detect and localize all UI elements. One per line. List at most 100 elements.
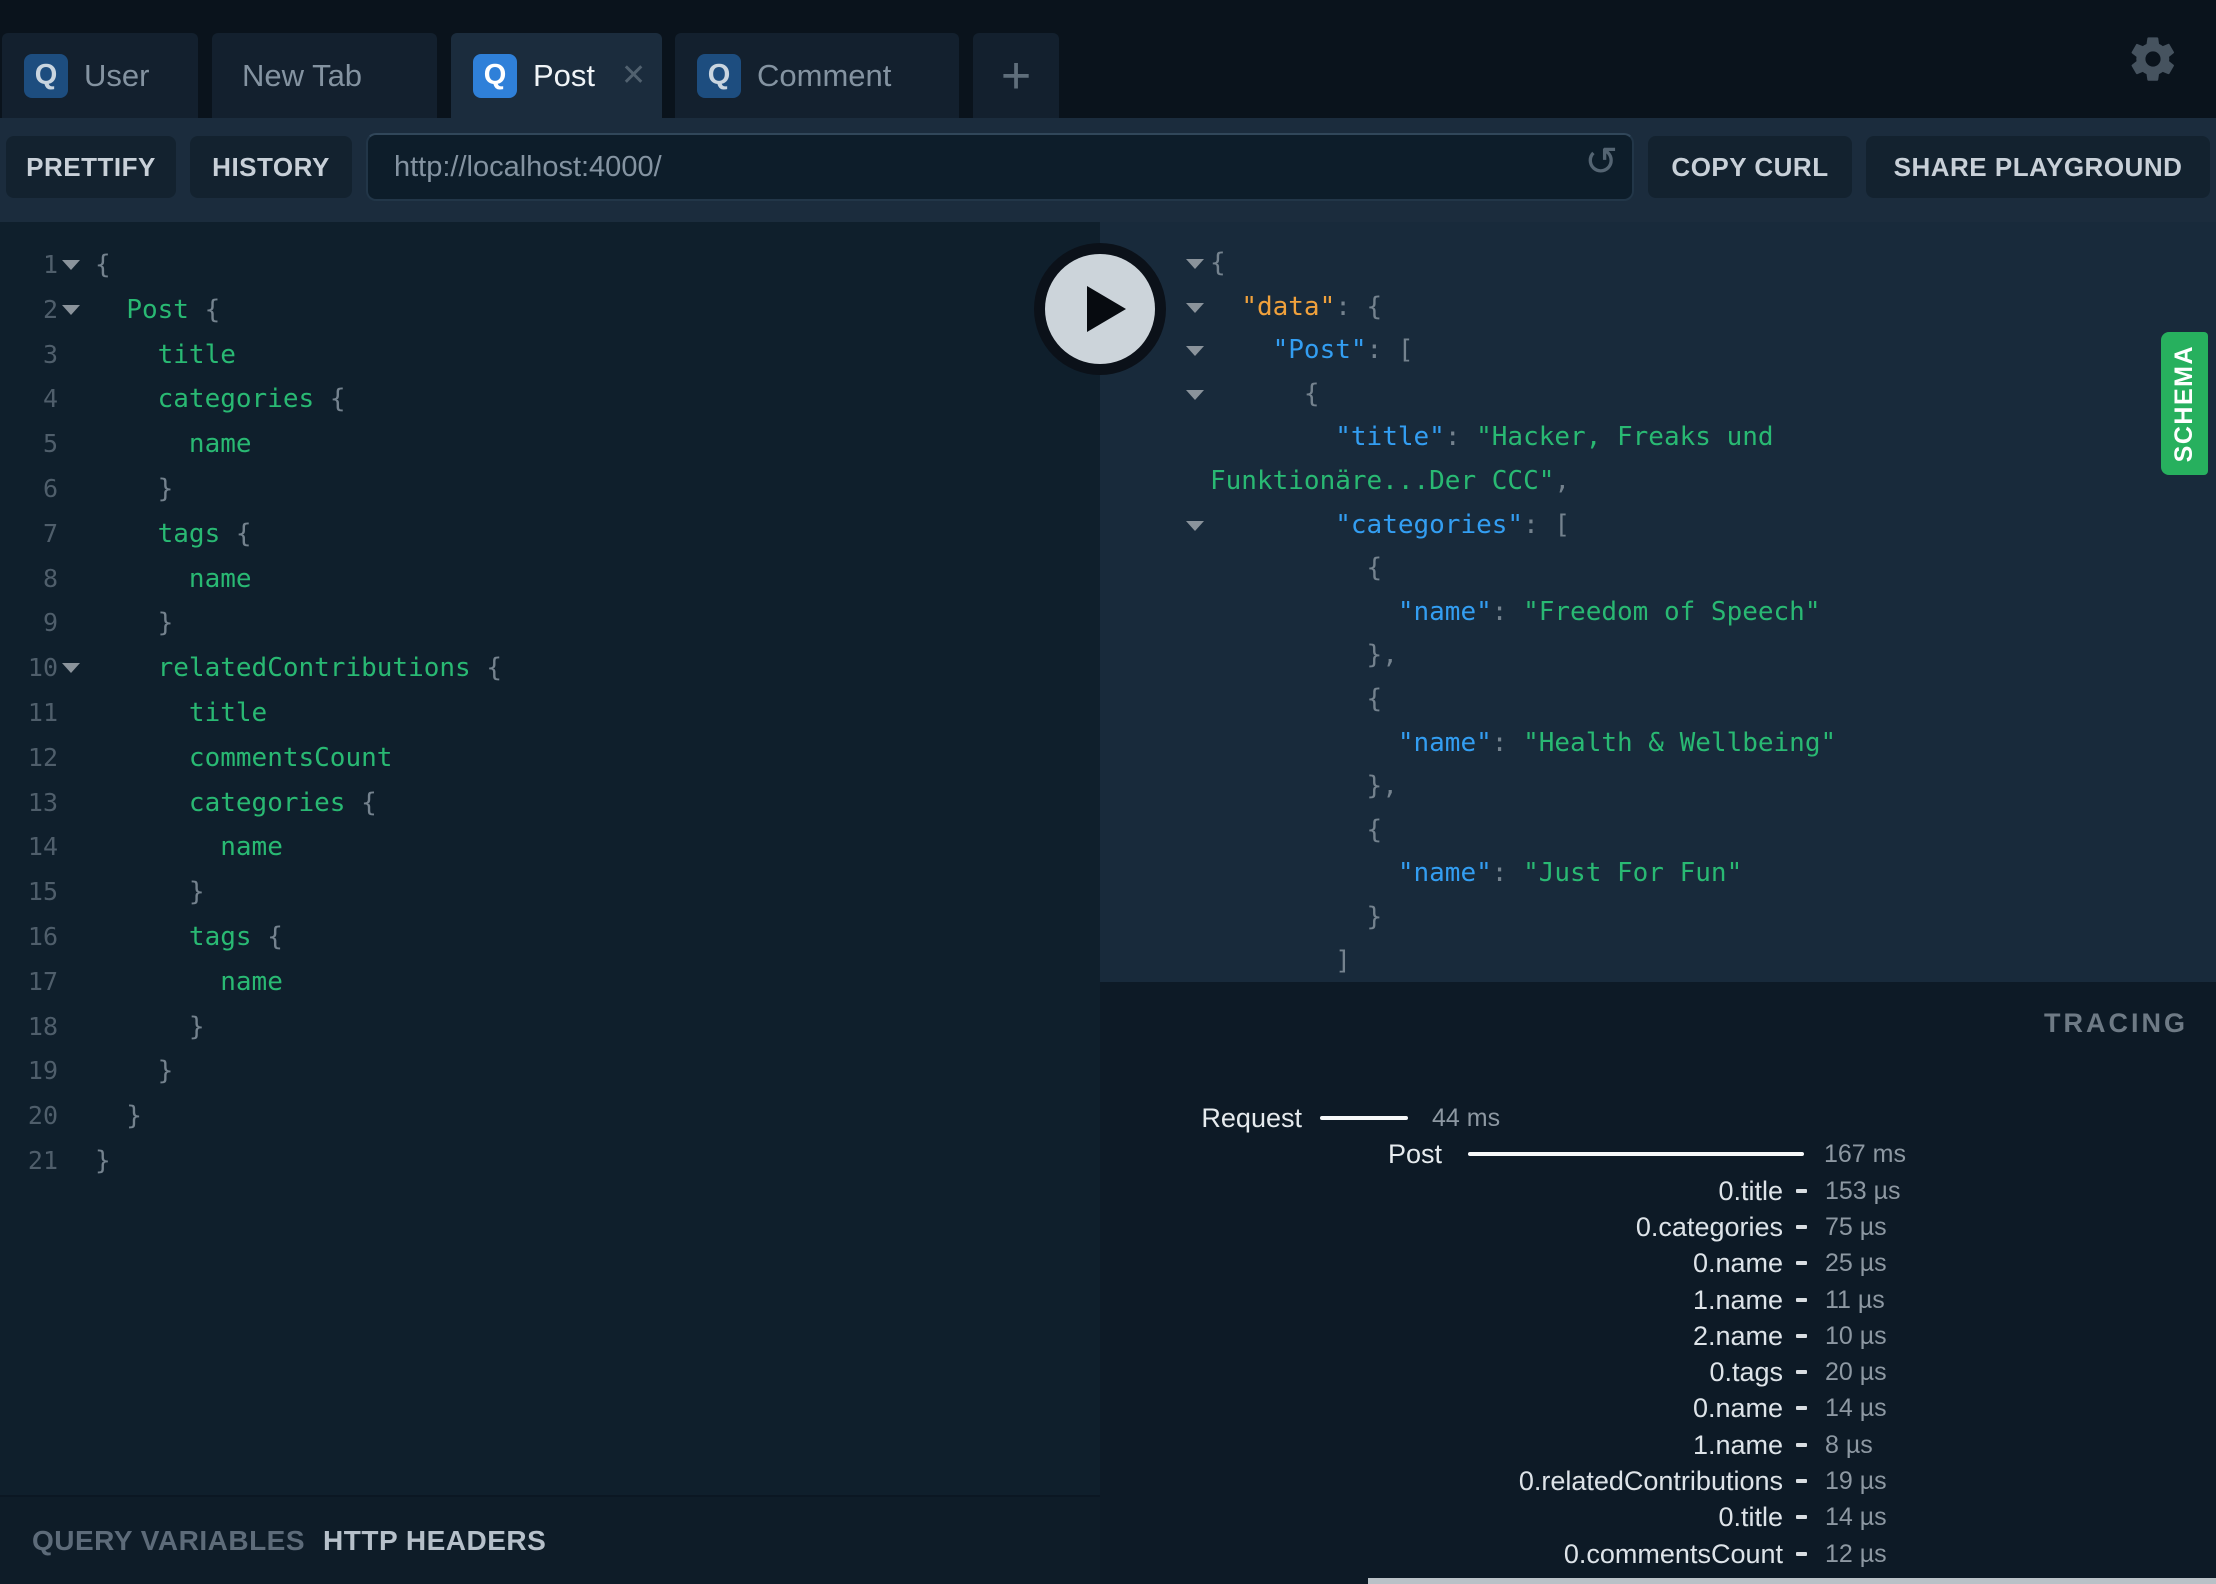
line-number: 7 — [42, 518, 58, 548]
tracing-dash — [1796, 1479, 1807, 1483]
fold-arrow-icon[interactable] — [62, 304, 80, 315]
line-number: 8 — [42, 563, 58, 593]
editor-line[interactable]: 15 } — [0, 870, 1100, 915]
response-line: "data": { — [1100, 286, 2216, 330]
code-text: Post { — [126, 294, 221, 325]
tracing-duration-value: 44 ms — [1432, 1104, 1501, 1132]
tracing-panel: TRACING Request 44 ms Post 167 ms 0.title 153… — [1100, 982, 2216, 1584]
editor-line[interactable]: 3 title — [0, 333, 1100, 378]
response-line: "categories": [ — [1100, 504, 2216, 548]
tab-new-tab[interactable]: New Tab — [212, 33, 437, 118]
copy-curl-button[interactable]: COPY CURL — [1648, 136, 1852, 198]
editor-line[interactable]: 2 Post { — [0, 288, 1100, 333]
tab-label: Comment — [757, 57, 892, 93]
toolbar: PRETTIFY HISTORY ↺ COPY CURL SHARE PLAYG… — [0, 118, 2216, 222]
fold-arrow-icon[interactable] — [1186, 520, 1204, 531]
line-number: 20 — [27, 1101, 58, 1131]
editor-line[interactable]: 21} — [0, 1139, 1100, 1184]
tracing-duration-value: 167 ms — [1824, 1140, 1906, 1169]
tab-user[interactable]: Q User — [2, 33, 198, 118]
execute-query-button[interactable] — [1031, 240, 1169, 378]
tracing-duration-value: 8 µs — [1825, 1430, 1873, 1459]
code-text: }, — [1366, 771, 1398, 802]
code-text: "Post": [ — [1272, 335, 1414, 366]
query-badge-icon: Q — [473, 53, 517, 98]
share-playground-button[interactable]: SHARE PLAYGROUND — [1866, 136, 2210, 198]
tab-comment[interactable]: Q Comment — [675, 33, 959, 118]
tracing-row: 0.title 14 µs — [1100, 1499, 2216, 1535]
tracing-duration-value: 14 µs — [1825, 1503, 1887, 1532]
fold-arrow-icon[interactable] — [62, 663, 80, 674]
editor-line[interactable]: 9 } — [0, 601, 1100, 646]
fold-arrow-icon[interactable] — [1186, 302, 1204, 313]
line-number: 3 — [42, 339, 58, 369]
editor-line[interactable]: 17 name — [0, 960, 1100, 1005]
code-text: "name": "Health & Wellbeing" — [1397, 727, 1837, 758]
tracing-row: 0.name 25 µs — [1100, 1245, 2216, 1281]
editor-line[interactable]: 11 title — [0, 691, 1100, 736]
editor-line[interactable]: 6 } — [0, 467, 1100, 512]
editor-line[interactable]: 14 name — [0, 825, 1100, 870]
line-number: 13 — [27, 787, 58, 817]
editor-line[interactable]: 13 categories { — [0, 781, 1100, 826]
fold-arrow-icon[interactable] — [1186, 389, 1204, 400]
code-text: } — [95, 877, 205, 908]
editor-line[interactable]: 1{ — [0, 243, 1100, 288]
response-line: { — [1100, 678, 2216, 722]
tracing-row: Request 44 ms — [1100, 1100, 2216, 1136]
code-text: { — [1210, 248, 1226, 278]
reload-icon[interactable]: ↺ — [1584, 139, 1618, 185]
response-line: ] — [1100, 940, 2216, 983]
code-text: categories { — [157, 384, 346, 415]
code-text: "title": "Hacker, Freaks und — [1335, 422, 1774, 453]
code-text: title — [157, 339, 236, 370]
tracing-row: 0.relatedContributions 19 µs — [1100, 1463, 2216, 1499]
editor-line[interactable]: 18 } — [0, 1005, 1100, 1050]
response-line: { — [1100, 809, 2216, 853]
tracing-dash — [1796, 1442, 1807, 1447]
line-number: 21 — [27, 1145, 58, 1175]
line-number: 18 — [27, 1011, 58, 1041]
tracing-dash — [1796, 1261, 1807, 1266]
history-button[interactable]: HISTORY — [190, 136, 352, 198]
tab-post[interactable]: Q Post ✕ — [451, 33, 662, 118]
close-tab-icon[interactable]: ✕ — [621, 58, 646, 93]
tracing-duration-value: 153 µs — [1825, 1176, 1901, 1205]
tracing-dash — [1796, 1370, 1807, 1375]
endpoint-input[interactable] — [366, 133, 1634, 201]
tracing-duration-value: 20 µs — [1825, 1358, 1887, 1387]
tracing-duration-bar — [1320, 1116, 1408, 1120]
editor-line[interactable]: 8 name — [0, 557, 1100, 602]
horizontal-scrollbar[interactable] — [1368, 1578, 2216, 1584]
editor-line[interactable]: 19 } — [0, 1049, 1100, 1094]
http-headers-toggle[interactable]: HTTP HEADERS — [323, 1525, 546, 1557]
editor-line[interactable]: 20 } — [0, 1094, 1100, 1139]
tracing-dash — [1796, 1406, 1807, 1411]
editor-line[interactable]: 10 relatedContributions { — [0, 646, 1100, 691]
schema-side-tab[interactable]: SCHEMA — [2161, 332, 2208, 475]
tracing-field-label: 1.name — [1692, 1284, 1783, 1315]
editor-line[interactable]: 4 categories { — [0, 377, 1100, 422]
tracing-duration-value: 11 µs — [1825, 1285, 1885, 1314]
tracing-row: 0.tags 20 µs — [1100, 1354, 2216, 1390]
editor-line[interactable]: 7 tags { — [0, 512, 1100, 557]
query-editor[interactable]: 1{2 Post {3 title 4 categories {5 name 6 }… — [0, 222, 1100, 1495]
add-tab-button[interactable]: + — [973, 33, 1059, 118]
code-text: } — [95, 1145, 111, 1176]
settings-gear-icon[interactable] — [2127, 33, 2179, 85]
fold-arrow-icon[interactable] — [1186, 346, 1204, 357]
editor-line[interactable]: 16 tags { — [0, 915, 1100, 960]
query-variables-toggle[interactable]: QUERY VARIABLES — [32, 1525, 305, 1557]
editor-line[interactable]: 12 commentsCount — [0, 736, 1100, 781]
fold-arrow-icon[interactable] — [1186, 259, 1204, 269]
tracing-dash — [1796, 1188, 1807, 1193]
editor-line[interactable]: 5 name — [0, 422, 1100, 467]
response-line: { — [1100, 547, 2216, 591]
prettify-button[interactable]: PRETTIFY — [6, 136, 176, 198]
code-text: "categories": [ — [1335, 509, 1571, 540]
tracing-field-label: 0.name — [1692, 1393, 1783, 1424]
fold-arrow-icon[interactable] — [62, 260, 80, 270]
code-text: categories { — [188, 787, 377, 818]
response-line: "Post": [ — [1100, 329, 2216, 373]
tracing-field-label: 0.commentsCount — [1563, 1538, 1783, 1569]
